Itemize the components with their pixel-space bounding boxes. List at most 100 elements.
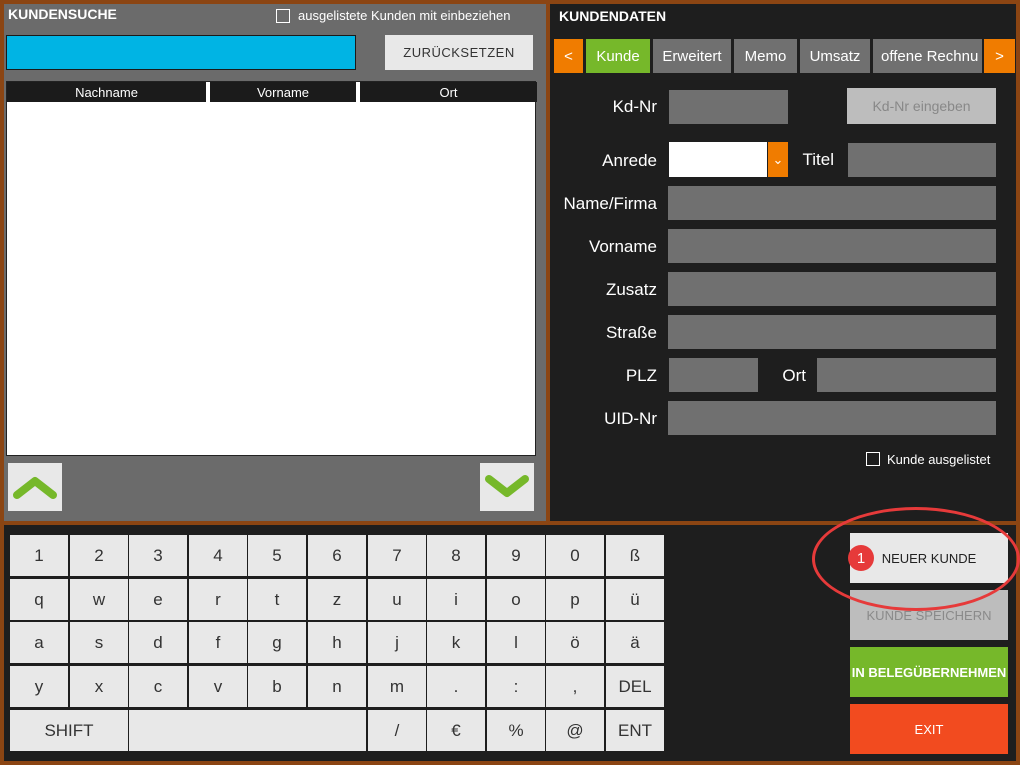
highlight-annotation — [812, 507, 1020, 611]
key-6[interactable]: 6 — [308, 535, 366, 576]
apply-label-line2: ÜBERNEHMEN — [913, 664, 1007, 680]
tab-memo[interactable]: Memo — [734, 39, 797, 73]
tab-scroll-left[interactable]: < — [554, 39, 583, 73]
scroll-down-button[interactable] — [480, 463, 534, 511]
key-p[interactable]: p — [546, 579, 604, 620]
customer-delisted-checkbox[interactable] — [866, 452, 880, 466]
key-space[interactable] — [129, 710, 366, 751]
reset-button[interactable]: ZURÜCKSETZEN — [385, 35, 533, 70]
key-3[interactable]: 3 — [129, 535, 187, 576]
include-delisted-label[interactable]: ausgelistete Kunden mit einbeziehen — [298, 8, 510, 23]
key-del[interactable]: DEL — [606, 666, 664, 707]
key-9[interactable]: 9 — [487, 535, 545, 576]
key-5[interactable]: 5 — [248, 535, 306, 576]
key-e[interactable]: e — [129, 579, 187, 620]
step-badge: 1 — [848, 545, 874, 571]
key-g[interactable]: g — [248, 622, 306, 663]
key-j[interactable]: j — [368, 622, 426, 663]
details-panel-title: KUNDENDATEN — [559, 8, 667, 24]
key-enter[interactable]: ENT — [606, 710, 664, 751]
tab-offene-rechnungen[interactable]: offene Rechnu — [873, 39, 982, 73]
key-percent[interactable]: % — [487, 710, 545, 751]
key-s[interactable]: s — [70, 622, 128, 663]
key-4[interactable]: 4 — [189, 535, 247, 576]
plz-field[interactable] — [669, 358, 758, 392]
key-period[interactable]: . — [427, 666, 485, 707]
key-c[interactable]: c — [129, 666, 187, 707]
key-y[interactable]: y — [10, 666, 68, 707]
vorname-label: Vorname — [588, 237, 657, 256]
strasse-field[interactable] — [668, 315, 996, 349]
key-h[interactable]: h — [308, 622, 366, 663]
tab-kunde[interactable]: Kunde — [586, 39, 650, 73]
key-b[interactable]: b — [248, 666, 306, 707]
chevron-down-icon — [485, 475, 529, 497]
key-w[interactable]: w — [70, 579, 128, 620]
key-0[interactable]: 0 — [546, 535, 604, 576]
name-field[interactable] — [668, 186, 996, 220]
key-x[interactable]: x — [70, 666, 128, 707]
key-r[interactable]: r — [189, 579, 247, 620]
column-header-ort[interactable]: Ort — [360, 82, 537, 102]
key-i[interactable]: i — [427, 579, 485, 620]
key-u[interactable]: u — [368, 579, 426, 620]
key-2[interactable]: 2 — [70, 535, 128, 576]
plz-label: PLZ — [625, 366, 657, 385]
titel-field[interactable] — [848, 143, 996, 177]
exit-button[interactable]: EXIT — [850, 704, 1008, 754]
key-at[interactable]: @ — [546, 710, 604, 751]
scroll-up-button[interactable] — [8, 463, 62, 511]
include-delisted-checkbox[interactable] — [276, 9, 290, 23]
ort-field[interactable] — [817, 358, 996, 392]
key-ue[interactable]: ü — [606, 579, 664, 620]
key-f[interactable]: f — [189, 622, 247, 663]
key-slash[interactable]: / — [368, 710, 426, 751]
key-n[interactable]: n — [308, 666, 366, 707]
key-q[interactable]: q — [10, 579, 68, 620]
vorname-field[interactable] — [668, 229, 996, 263]
titel-label: Titel — [802, 150, 835, 169]
key-8[interactable]: 8 — [427, 535, 485, 576]
key-d[interactable]: d — [129, 622, 187, 663]
key-1[interactable]: 1 — [10, 535, 68, 576]
key-m[interactable]: m — [368, 666, 426, 707]
key-a[interactable]: a — [10, 622, 68, 663]
key-colon[interactable]: : — [487, 666, 545, 707]
anrede-select[interactable] — [669, 142, 767, 177]
key-l[interactable]: l — [487, 622, 545, 663]
key-euro[interactable]: € — [427, 710, 485, 751]
key-v[interactable]: v — [189, 666, 247, 707]
key-shift[interactable]: SHIFT — [10, 710, 128, 751]
customer-delisted-label[interactable]: Kunde ausgelistet — [887, 452, 990, 467]
column-header-nachname[interactable]: Nachname — [7, 82, 208, 102]
tab-scroll-right[interactable]: > — [984, 39, 1015, 73]
enter-kdnr-button[interactable]: Kd-Nr eingeben — [847, 88, 996, 124]
uid-label: UID-Nr — [604, 409, 657, 428]
name-label: Name/Firma — [563, 194, 657, 213]
key-k[interactable]: k — [427, 622, 485, 663]
ort-label: Ort — [782, 366, 806, 385]
key-comma[interactable]: , — [546, 666, 604, 707]
key-ae[interactable]: ä — [606, 622, 664, 663]
customer-search-input[interactable] — [6, 35, 356, 70]
kdnr-field[interactable] — [669, 90, 788, 124]
key-t[interactable]: t — [248, 579, 306, 620]
zusatz-field[interactable] — [668, 272, 996, 306]
column-header-vorname[interactable]: Vorname — [210, 82, 358, 102]
key-o[interactable]: o — [487, 579, 545, 620]
apply-label-line1: IN BELEG — [851, 664, 914, 680]
key-7[interactable]: 7 — [368, 535, 426, 576]
chevron-down-icon[interactable]: ⌄ — [768, 142, 788, 177]
anrede-label: Anrede — [602, 151, 657, 170]
key-oe[interactable]: ö — [546, 622, 604, 663]
kdnr-label: Kd-Nr — [612, 97, 657, 116]
key-eszett[interactable]: ß — [606, 535, 664, 576]
apply-to-receipt-button[interactable]: IN BELEG ÜBERNEHMEN — [850, 647, 1008, 697]
zusatz-label: Zusatz — [605, 280, 657, 299]
customer-table[interactable]: Nachname Vorname Ort — [6, 81, 537, 456]
key-z[interactable]: z — [308, 579, 366, 620]
chevron-up-icon — [13, 477, 57, 499]
tab-umsatz[interactable]: Umsatz — [800, 39, 870, 73]
tab-erweitert[interactable]: Erweitert — [653, 39, 731, 73]
uid-field[interactable] — [668, 401, 996, 435]
